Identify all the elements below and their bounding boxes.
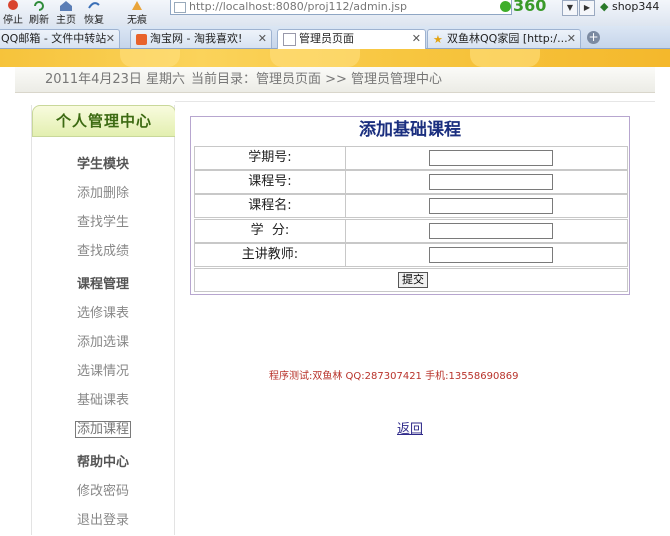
incognito-icon xyxy=(130,0,144,11)
banner-decoration xyxy=(270,49,360,67)
no-trace-button[interactable]: 无痕 xyxy=(124,0,150,26)
tab-taobao[interactable]: 淘宝网 - 淘我喜欢! ✕ xyxy=(130,29,272,48)
menu-item-label: 退出登录 xyxy=(76,513,129,528)
main-content: 添加基础课程 学期号: 课程号: 课程名: 学 分: 主讲教师: 提交 程序测试… xyxy=(175,101,655,536)
credit-input[interactable] xyxy=(429,223,553,239)
teacher-label: 主讲教师: xyxy=(195,244,346,266)
tab-label: 淘宝网 - 淘我喜欢! xyxy=(150,32,243,45)
menu-item-find-student[interactable]: 查找学生 xyxy=(32,211,174,230)
course-name-label: 课程名: xyxy=(195,195,346,217)
shop-search[interactable]: ◆ shop344 xyxy=(600,0,670,14)
menu-item-basic-courses[interactable]: 基础课表 xyxy=(32,389,174,408)
menu-item-change-password[interactable]: 修改密码 xyxy=(32,480,174,499)
menu-item-add-course[interactable]: 添加课程 xyxy=(32,418,174,438)
page-icon xyxy=(174,2,186,13)
close-icon[interactable]: ✕ xyxy=(567,30,576,48)
author-credit: 程序测试:双鱼林 QQ:287307421 手机:13558690869 xyxy=(269,371,519,382)
form-title: 添加基础课程 xyxy=(359,120,461,140)
restore-button[interactable]: 恢复 xyxy=(82,0,106,26)
browser-toolbar: 停止 刷新 主页 恢复 无痕 http://localhost:8080/pro… xyxy=(0,0,670,27)
menu-item-label: 添加课程 xyxy=(74,421,131,438)
menu-item-label: 添加删除 xyxy=(76,186,129,201)
close-icon[interactable]: ✕ xyxy=(106,30,115,48)
field-row-teacher: 主讲教师: xyxy=(194,243,628,267)
close-icon[interactable]: ✕ xyxy=(412,30,421,48)
sidebar: 个人管理中心 学生模块 添加删除 查找学生 查找成绩 课程管理 选修课表 添加选… xyxy=(31,105,176,535)
restore-label: 恢复 xyxy=(84,15,104,26)
menu-item-label: 查找成绩 xyxy=(76,244,129,259)
menu-item-elective-table[interactable]: 选修课表 xyxy=(32,302,174,321)
course-no-input[interactable] xyxy=(429,174,553,190)
teacher-input[interactable] xyxy=(429,247,553,263)
back-link[interactable]: 返回 xyxy=(397,418,423,437)
field-row-credit: 学 分: xyxy=(194,219,628,243)
tab-label: 双鱼林QQ家园 [http:/... xyxy=(447,32,568,45)
menu-head-course: 课程管理 xyxy=(76,277,129,292)
stop-label: 停止 xyxy=(3,15,23,26)
field-row-course-name: 课程名: xyxy=(194,194,628,218)
menu-item-label: 选课情况 xyxy=(76,364,129,379)
search-engine-icon: ◆ xyxy=(600,0,609,13)
menu-item-add-selection[interactable]: 添加选课 xyxy=(32,331,174,350)
dropdown-icon[interactable]: ▼ xyxy=(562,0,578,16)
home-label: 主页 xyxy=(56,15,76,26)
banner-decoration xyxy=(120,49,180,67)
home-icon xyxy=(59,0,73,11)
credit-label: 学 分: xyxy=(195,220,346,242)
page-icon xyxy=(283,32,296,46)
restore-icon xyxy=(87,0,101,11)
menu-head-student: 学生模块 xyxy=(76,157,129,172)
home-button[interactable]: 主页 xyxy=(54,0,78,26)
no-trace-label: 无痕 xyxy=(127,15,147,26)
new-tab-icon[interactable]: + xyxy=(587,31,600,44)
brand-360-text: 360 xyxy=(513,0,547,15)
menu-item-label: 选修课表 xyxy=(76,306,129,321)
sidebar-title: 个人管理中心 xyxy=(32,105,176,137)
tab-label: 管理员页面 xyxy=(299,32,354,45)
refresh-button[interactable]: 刷新 xyxy=(28,0,50,26)
term-input[interactable] xyxy=(429,150,553,166)
menu-item-add-delete[interactable]: 添加删除 xyxy=(32,182,174,201)
add-course-form: 添加基础课程 学期号: 课程号: 课程名: 学 分: 主讲教师: 提交 xyxy=(190,116,630,295)
stop-button[interactable]: 停止 xyxy=(2,0,24,26)
field-row-term: 学期号: xyxy=(194,146,628,170)
tab-bar: QQ邮箱 - 文件中转站 ✕ 淘宝网 - 淘我喜欢! ✕ 管理员页面 ✕ ★ 双鱼… xyxy=(0,26,670,49)
forward-icon[interactable]: ▶ xyxy=(579,0,595,16)
menu-item-label: 修改密码 xyxy=(76,484,129,499)
brand-360-logo[interactable]: 360 xyxy=(500,0,546,15)
submit-button[interactable]: 提交 xyxy=(398,272,428,288)
course-name-input[interactable] xyxy=(429,198,553,214)
shop-text: shop344 xyxy=(611,0,660,13)
menu-item-logout[interactable]: 退出登录 xyxy=(32,509,174,528)
star-icon: ★ xyxy=(433,32,443,46)
brand-360-icon xyxy=(500,1,511,12)
header-banner xyxy=(0,49,670,67)
taobao-icon xyxy=(136,33,147,45)
menu-head-help: 帮助中心 xyxy=(76,455,129,470)
menu-item-label: 添加选课 xyxy=(76,335,129,350)
menu-item-selection-status[interactable]: 选课情况 xyxy=(32,360,174,379)
field-row-course-no: 课程号: xyxy=(194,170,628,194)
address-text: http://localhost:8080/proj112/admin.jsp xyxy=(189,0,407,13)
tab-admin-page[interactable]: 管理员页面 ✕ xyxy=(277,29,426,49)
date-bar: 2011年4月23日 星期六 当前目录：管理员页面 >> 管理员管理中心 xyxy=(15,67,655,93)
breadcrumb: 当前目录：管理员页面 >> 管理员管理中心 xyxy=(191,72,443,87)
term-label: 学期号: xyxy=(195,147,346,169)
banner-decoration xyxy=(470,49,540,67)
menu-item-find-score[interactable]: 查找成绩 xyxy=(32,240,174,259)
web-page: 2011年4月23日 星期六 当前目录：管理员页面 >> 管理员管理中心 个人管… xyxy=(0,49,670,536)
address-bar[interactable]: http://localhost:8080/proj112/admin.jsp xyxy=(170,0,512,15)
refresh-icon xyxy=(32,0,46,11)
tab-qq-mail[interactable]: QQ邮箱 - 文件中转站 ✕ xyxy=(0,29,120,48)
menu-item-label: 基础课表 xyxy=(76,393,129,408)
stop-icon xyxy=(6,0,20,11)
close-icon[interactable]: ✕ xyxy=(258,30,267,48)
menu-item-label: 查找学生 xyxy=(76,215,129,230)
refresh-label: 刷新 xyxy=(29,15,49,26)
course-no-label: 课程号: xyxy=(195,171,346,193)
tab-label: QQ邮箱 - 文件中转站 xyxy=(1,32,107,45)
submit-row: 提交 xyxy=(194,268,628,292)
tab-shuangyulin[interactable]: ★ 双鱼林QQ家园 [http:/... ✕ xyxy=(427,29,581,48)
current-date: 2011年4月23日 星期六 xyxy=(45,72,186,87)
